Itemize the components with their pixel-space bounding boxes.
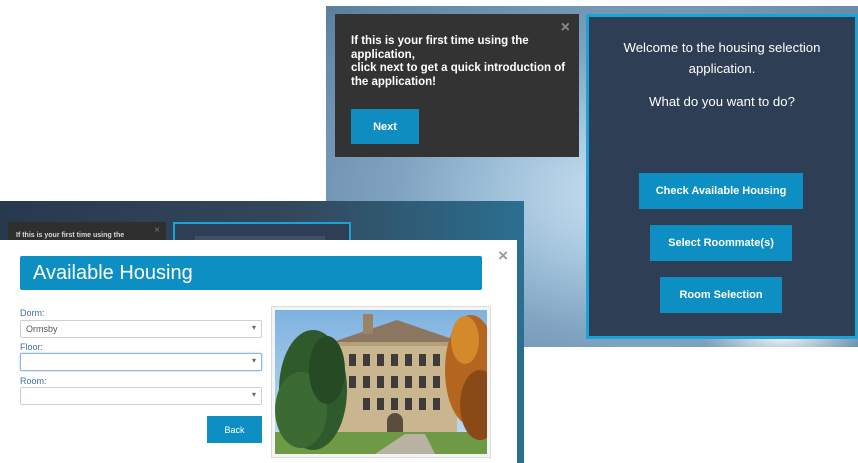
dorm-photo — [271, 306, 491, 458]
dorm-select[interactable]: Ormsby ▾ — [20, 320, 262, 338]
floor-select[interactable]: ▾ — [20, 353, 262, 371]
composite-screenshot: If this is your first time using the app… — [0, 0, 858, 463]
chevron-down-icon: ▾ — [251, 356, 256, 365]
check-available-housing-button[interactable]: Check Available Housing — [639, 173, 803, 209]
chevron-down-icon: ▾ — [251, 323, 256, 332]
dorm-building-image — [275, 310, 487, 454]
back-button[interactable]: Back — [207, 416, 262, 443]
room-select[interactable]: ▾ — [20, 387, 262, 405]
close-icon[interactable]: × — [498, 246, 508, 266]
next-button[interactable]: Next — [351, 109, 419, 144]
chevron-down-icon: ▾ — [251, 390, 256, 399]
modal-title: Available Housing — [33, 262, 193, 284]
welcome-panel: Welcome to the housing selection applica… — [586, 14, 858, 339]
room-label: Room: — [20, 376, 47, 386]
close-icon: × — [154, 225, 160, 236]
welcome-question: What do you want to do? — [649, 94, 795, 109]
close-icon[interactable]: × — [561, 19, 570, 37]
available-housing-screen: If this is your first time using the × ×… — [0, 201, 524, 463]
dorm-select-value: Ormsby — [26, 324, 58, 334]
room-selection-button[interactable]: Room Selection — [660, 277, 782, 313]
intro-tooltip: If this is your first time using the app… — [335, 14, 579, 157]
intro-tooltip-message: If this is your first time using the app… — [351, 35, 566, 88]
modal-header: Available Housing — [20, 256, 482, 290]
select-roommates-button[interactable]: Select Roommate(s) — [650, 225, 792, 261]
floor-label: Floor: — [20, 342, 44, 352]
dorm-label: Dorm: — [20, 308, 45, 318]
welcome-title: Welcome to the housing selection applica… — [623, 40, 821, 76]
available-housing-modal: × Available Housing Dorm: Ormsby ▾ Floor… — [0, 240, 517, 463]
